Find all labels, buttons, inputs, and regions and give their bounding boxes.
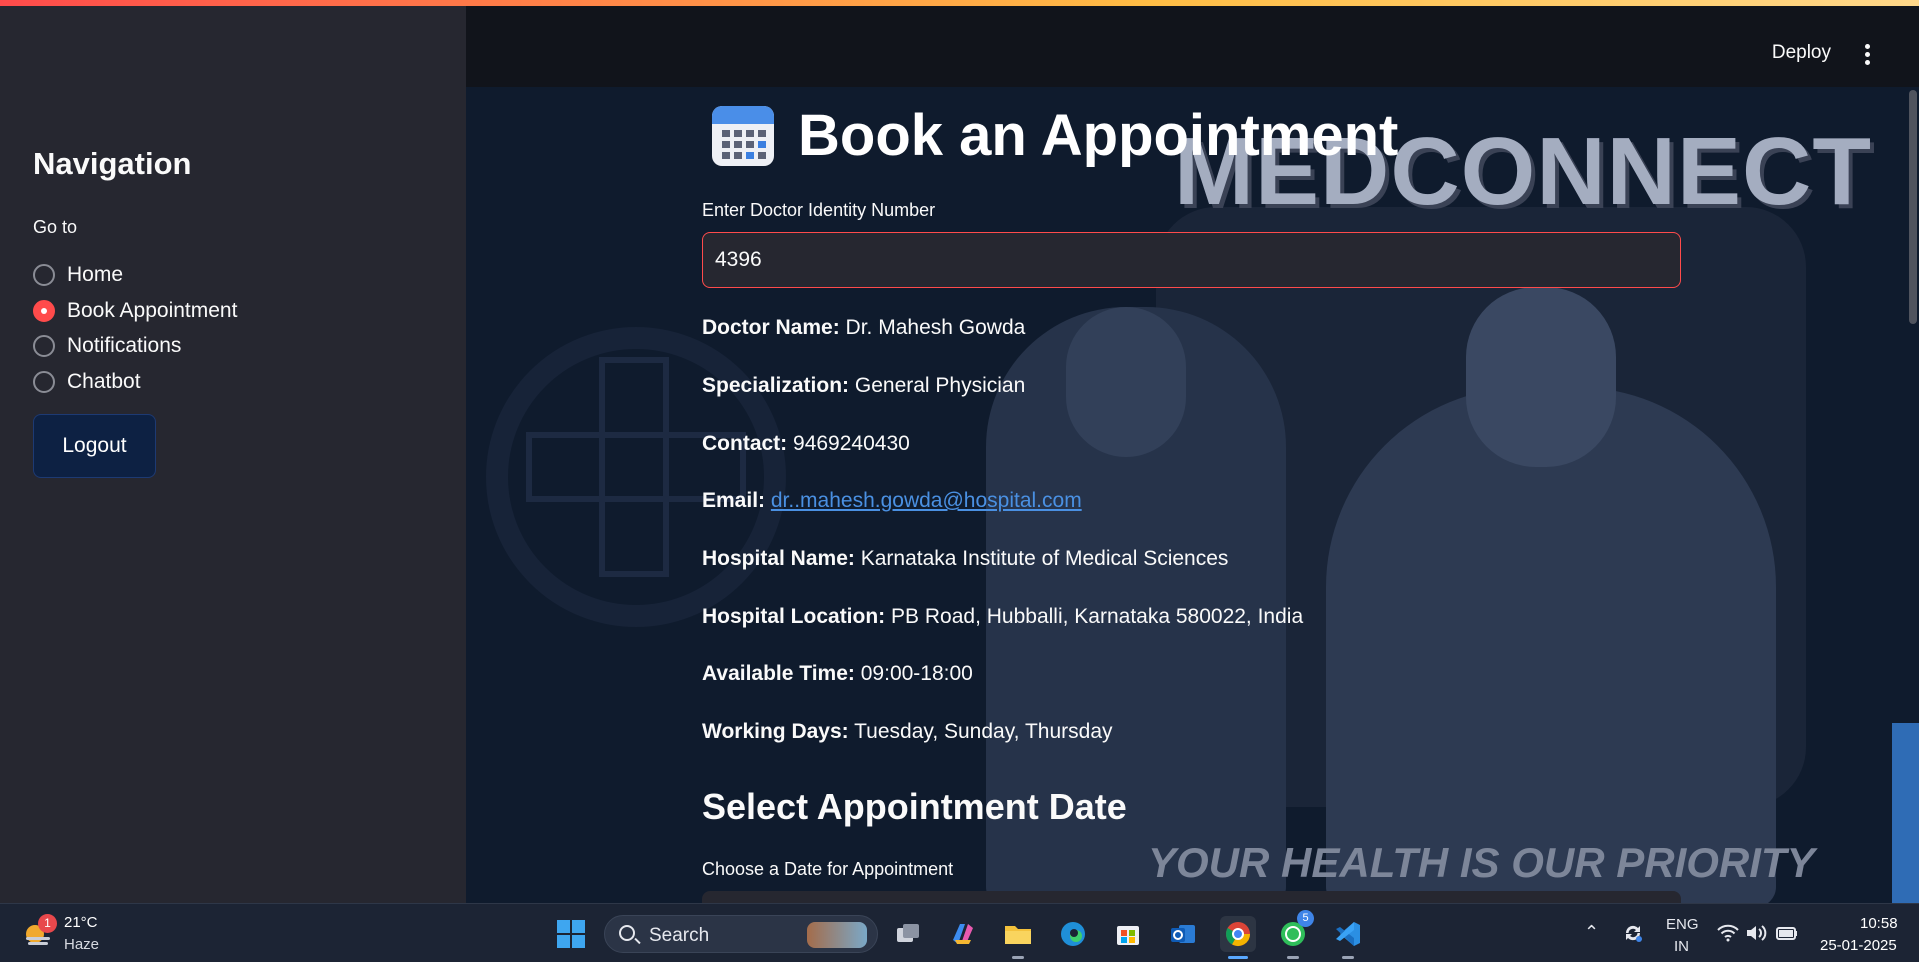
detail-doctor-name: Doctor Name: Dr. Mahesh Gowda	[702, 316, 1026, 339]
email-link[interactable]: dr..mahesh.gowda@hospital.com	[771, 489, 1082, 512]
microsoft-store-icon[interactable]	[1110, 916, 1146, 952]
windows-taskbar: 1 21°C Haze Search 5 ⌃ ENG IN 10:58 25-0…	[0, 903, 1919, 962]
streamlit-app: Navigation Go to Home Book Appointment N…	[0, 0, 1919, 903]
chevron-up-icon[interactable]: ⌃	[1584, 922, 1599, 943]
sidebar-title: Navigation	[33, 146, 192, 181]
detail-available-time: Available Time: 09:00-18:00	[702, 662, 973, 685]
windows-start-icon[interactable]	[557, 920, 585, 948]
radio-circle-icon	[33, 264, 55, 286]
taskbar-search[interactable]: Search	[604, 915, 878, 953]
date-input-label: Choose a Date for Appointment	[702, 859, 954, 879]
detail-contact: Contact: 9469240430	[702, 432, 910, 455]
copilot-icon[interactable]	[945, 916, 981, 952]
page-title: Book an Appointment	[798, 103, 1399, 168]
doctor-id-label: Enter Doctor Identity Number	[702, 200, 936, 220]
taskbar-search-label: Search	[649, 925, 710, 946]
detail-specialization: Specialization: General Physician	[702, 374, 1026, 397]
goto-label: Go to	[33, 217, 78, 237]
language-region: IN	[1674, 938, 1689, 955]
detail-email: Email: dr..mahesh.gowda@hospital.com	[702, 489, 1082, 512]
nav-radio-label: Notifications	[67, 334, 182, 357]
page-title-row: Book an Appointment	[712, 102, 1398, 169]
detail-working-days: Working Days: Tuesday, Sunday, Thursday	[702, 720, 1113, 743]
search-highlight-image	[807, 922, 867, 948]
edge-browser-icon[interactable]	[1055, 916, 1091, 952]
task-view-icon[interactable]	[890, 916, 926, 952]
radio-circle-icon	[33, 371, 55, 393]
page-content: Book an Appointment Enter Doctor Identit…	[466, 6, 1919, 903]
nav-radio-home[interactable]: Home	[33, 262, 123, 288]
outlook-icon[interactable]	[1165, 916, 1201, 952]
whatsapp-icon[interactable]: 5	[1275, 910, 1314, 959]
clock-date[interactable]: 25-01-2025	[1820, 937, 1897, 954]
whatsapp-notification-badge: 5	[1297, 910, 1314, 927]
weather-notification-badge: 1	[38, 914, 57, 933]
kebab-menu-icon[interactable]	[1863, 44, 1871, 66]
chrome-browser-icon[interactable]	[1220, 916, 1256, 959]
nav-radio-label: Book Appointment	[67, 299, 238, 322]
logout-button[interactable]: Logout	[33, 414, 156, 478]
weather-temp: 21°C	[64, 914, 98, 931]
volume-icon[interactable]	[1745, 923, 1767, 948]
radio-selected-icon	[33, 300, 55, 322]
language-indicator[interactable]: ENG	[1666, 916, 1699, 933]
app-header: Deploy	[466, 6, 1919, 87]
scrollbar[interactable]	[1909, 90, 1917, 324]
nav-radio-label: Chatbot	[67, 370, 141, 393]
sidebar: Navigation Go to Home Book Appointment N…	[0, 6, 466, 903]
main-area: MEDCONNECT YOUR HEALTH IS OUR PRIORITY D…	[466, 6, 1919, 903]
weather-desc: Haze	[64, 936, 100, 953]
detail-hospital-name: Hospital Name: Karnataka Institute of Me…	[702, 547, 1229, 570]
deploy-button[interactable]: Deploy	[1772, 42, 1831, 64]
nav-radio-label: Home	[67, 263, 124, 286]
nav-radio-chatbot[interactable]: Chatbot	[33, 369, 141, 395]
battery-icon[interactable]	[1775, 923, 1799, 948]
nav-radio-book-appointment[interactable]: Book Appointment	[33, 298, 237, 324]
wifi-icon[interactable]	[1717, 923, 1739, 948]
calendar-icon	[712, 105, 774, 166]
clock-time[interactable]: 10:58	[1860, 915, 1898, 932]
sync-icon[interactable]	[1622, 922, 1644, 949]
date-section-title: Select Appointment Date	[702, 786, 1127, 827]
date-input[interactable]	[702, 891, 1681, 903]
radio-circle-icon	[33, 335, 55, 357]
file-explorer-icon[interactable]	[1000, 916, 1036, 959]
doctor-id-input[interactable]	[702, 232, 1681, 288]
nav-radio-notifications[interactable]: Notifications	[33, 333, 181, 359]
detail-hospital-location: Hospital Location: PB Road, Hubballi, Ka…	[702, 605, 1304, 628]
search-icon	[619, 925, 635, 941]
vscode-icon[interactable]	[1330, 916, 1366, 959]
